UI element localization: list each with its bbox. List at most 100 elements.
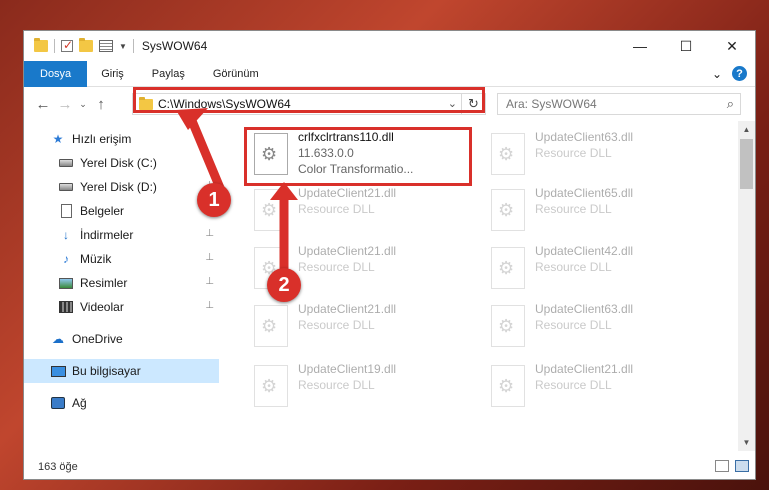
computer-icon	[50, 365, 66, 377]
file-name: UpdateClient19.dll	[298, 362, 397, 376]
drive-icon	[59, 183, 73, 191]
sidebar-item-local-disk-c[interactable]: Yerel Disk (C:) ⊥	[24, 151, 219, 175]
back-button[interactable]: ←	[32, 96, 54, 113]
pin-icon[interactable]: ⊥	[205, 156, 214, 167]
tab-share[interactable]: Paylaş	[138, 61, 199, 87]
file-item[interactable]: UpdateClient21.dll Resource DLL	[485, 359, 717, 415]
divider	[54, 39, 55, 53]
file-item[interactable]: UpdateClient63.dll Resource DLL	[485, 299, 717, 355]
dll-file-icon	[254, 365, 288, 407]
sidebar-item-label: Ağ	[72, 396, 87, 410]
file-name: UpdateClient42.dll	[535, 244, 634, 258]
forward-button[interactable]: →	[54, 96, 76, 113]
vertical-scrollbar[interactable]: ▲ ▼	[738, 121, 755, 451]
dll-file-icon	[254, 189, 288, 231]
sidebar-item-label: Müzik	[80, 252, 112, 266]
file-name: UpdateClient21.dll	[298, 302, 397, 316]
ribbon-right-controls: ⌄ ?	[712, 66, 747, 81]
picture-icon	[59, 277, 73, 289]
drive-icon	[59, 159, 73, 167]
file-highlight-box	[244, 127, 472, 186]
pin-icon[interactable]: ⊥	[205, 276, 214, 287]
file-name: UpdateClient63.dll	[535, 130, 634, 144]
sidebar-item-pictures[interactable]: Resimler ⊥	[24, 271, 219, 295]
file-item[interactable]: UpdateClient21.dll Resource DLL	[248, 299, 480, 355]
file-description: Resource DLL	[298, 318, 375, 332]
status-bar: 163 öğe	[24, 455, 755, 479]
sidebar-item-local-disk-d[interactable]: Yerel Disk (D:) ⊥	[24, 175, 219, 199]
sidebar-item-downloads[interactable]: ↓ İndirmeler ⊥	[24, 223, 219, 247]
dll-file-icon	[491, 247, 525, 289]
tab-home[interactable]: Giriş	[87, 61, 138, 87]
file-description: Resource DLL	[298, 260, 375, 274]
file-item[interactable]: UpdateClient65.dll Resource DLL	[485, 183, 717, 239]
maximize-button[interactable]: ☐	[663, 31, 709, 61]
dll-file-icon	[491, 305, 525, 347]
list-properties-icon[interactable]	[99, 40, 113, 52]
dll-file-icon	[491, 365, 525, 407]
file-item[interactable]: UpdateClient63.dll Resource DLL	[485, 127, 717, 183]
search-icon[interactable]: ⌕	[727, 96, 734, 112]
customize-toolbar-dropdown[interactable]: ▼	[119, 42, 127, 51]
file-description: Resource DLL	[535, 378, 612, 392]
file-description: Resource DLL	[535, 260, 612, 274]
details-view-button[interactable]	[715, 460, 729, 472]
search-placeholder[interactable]: Ara: SysWOW64	[506, 97, 597, 111]
file-name: UpdateClient63.dll	[535, 302, 634, 316]
cloud-icon: ☁	[52, 332, 64, 346]
pin-icon[interactable]: ⊥	[205, 228, 214, 239]
recent-locations-dropdown[interactable]: ⌄	[76, 99, 90, 110]
address-highlight-box	[133, 87, 485, 113]
file-item[interactable]: UpdateClient21.dll Resource DLL	[248, 183, 480, 239]
file-description: Resource DLL	[298, 202, 375, 216]
new-folder-icon[interactable]	[79, 38, 93, 52]
tab-file[interactable]: Dosya	[24, 60, 88, 87]
scroll-down-button[interactable]: ▼	[738, 434, 755, 451]
music-icon: ♪	[63, 252, 69, 266]
download-icon: ↓	[63, 228, 69, 242]
tiles-view-button[interactable]	[735, 460, 749, 472]
divider	[132, 39, 134, 53]
view-toggle	[715, 460, 749, 472]
scroll-up-button[interactable]: ▲	[738, 121, 755, 138]
sidebar-item-this-pc[interactable]: Bu bilgisayar	[24, 359, 219, 383]
close-button[interactable]: ✕	[709, 31, 755, 61]
sidebar-item-label: OneDrive	[72, 332, 123, 346]
sidebar-item-label: Belgeler	[80, 204, 125, 218]
sidebar-item-quick-access[interactable]: ★ Hızlı erişim	[24, 127, 219, 151]
dll-file-icon	[491, 133, 525, 175]
sidebar-item-label: Yerel Disk (C:)	[80, 156, 157, 170]
file-item[interactable]: UpdateClient19.dll Resource DLL	[248, 359, 480, 415]
ribbon-expand-chevron-icon[interactable]: ⌄	[712, 67, 722, 81]
sidebar-item-music[interactable]: ♪ Müzik ⊥	[24, 247, 219, 271]
network-icon	[51, 397, 65, 409]
sidebar-item-documents[interactable]: Belgeler ⊥	[24, 199, 219, 223]
pin-icon[interactable]: ⊥	[205, 252, 214, 263]
properties-check-icon[interactable]	[61, 38, 73, 52]
minimize-button[interactable]: —	[617, 31, 663, 61]
scrollbar-thumb[interactable]	[740, 139, 753, 189]
document-icon	[60, 204, 72, 218]
file-description: Resource DLL	[535, 318, 612, 332]
sidebar-item-label: Yerel Disk (D:)	[80, 180, 157, 194]
step-1-badge: 1	[197, 183, 231, 217]
file-name: UpdateClient21.dll	[298, 186, 397, 200]
search-box[interactable]: Ara: SysWOW64 ⌕	[497, 93, 741, 115]
tab-view[interactable]: Görünüm	[199, 61, 273, 87]
sidebar-item-label: Bu bilgisayar	[72, 364, 141, 378]
sidebar-item-label: İndirmeler	[80, 228, 134, 242]
sidebar-item-label: Videolar	[80, 300, 124, 314]
star-icon: ★	[52, 132, 64, 146]
file-name: UpdateClient65.dll	[535, 186, 634, 200]
video-icon	[59, 301, 73, 313]
help-icon[interactable]: ?	[732, 66, 747, 81]
sidebar-item-videos[interactable]: Videolar ⊥	[24, 295, 219, 319]
pin-icon[interactable]: ⊥	[205, 300, 214, 311]
up-button[interactable]: ↑	[90, 96, 112, 113]
folder-icon	[34, 38, 48, 52]
item-count: 163 öğe	[38, 461, 78, 473]
file-item[interactable]: UpdateClient42.dll Resource DLL	[485, 241, 717, 297]
sidebar-item-network[interactable]: Ağ	[24, 391, 219, 415]
file-name: UpdateClient21.dll	[535, 362, 634, 376]
sidebar-item-onedrive[interactable]: ☁ OneDrive	[24, 327, 219, 351]
